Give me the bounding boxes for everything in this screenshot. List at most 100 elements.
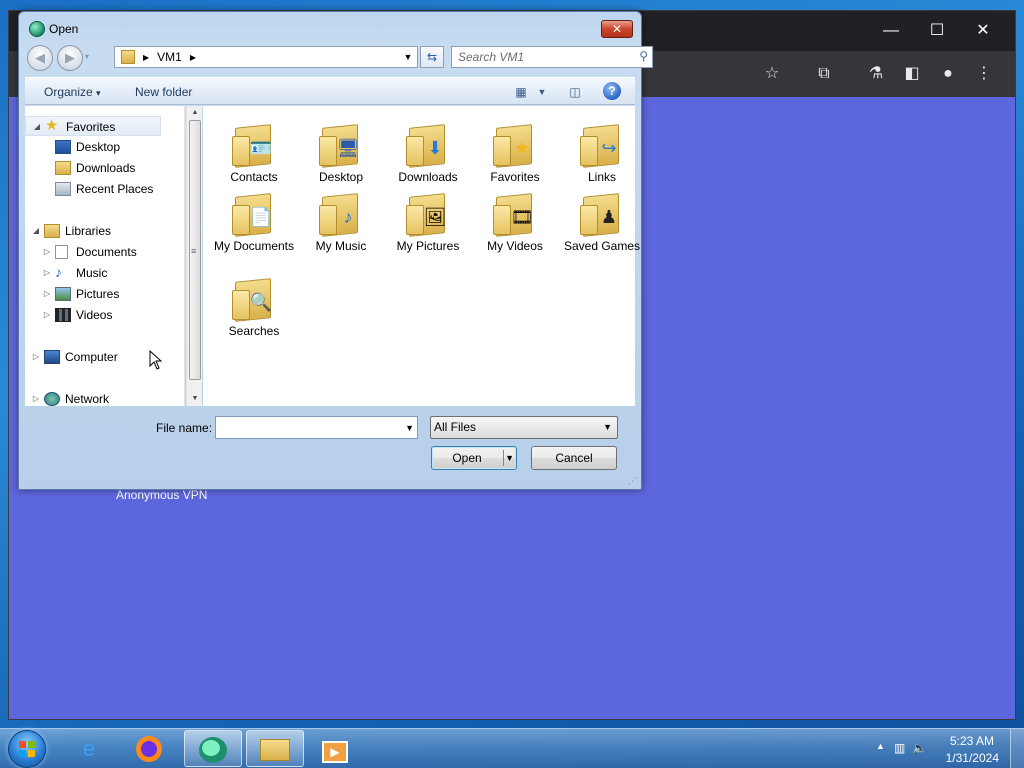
labs-flask-icon[interactable]: ⚗ — [865, 63, 887, 85]
nav-libraries-label: Libraries — [65, 224, 112, 238]
minimize-button[interactable]: — — [877, 19, 905, 43]
firefox-icon[interactable] — [120, 730, 178, 767]
folder-label: Downloads — [398, 170, 458, 184]
change-view-icon[interactable]: ▦ — [512, 83, 530, 101]
show-desktop-button[interactable] — [1010, 729, 1024, 768]
nav-favorites[interactable]: ◢ ★ Favorites — [25, 116, 161, 136]
file-name-input[interactable] — [216, 417, 396, 438]
folder-item[interactable]: 🖥 Desktop — [298, 122, 384, 185]
command-bar: Organize ▾ New folder ▦ ▼ ◫ ? — [25, 77, 635, 105]
collapsed-arrow-icon[interactable]: ▷ — [42, 263, 52, 283]
resize-grip-icon[interactable]: ⋰ — [628, 476, 637, 487]
nav-recent-places-label: Recent Places — [76, 182, 154, 196]
folder-item[interactable]: ♪ My Music — [298, 191, 384, 254]
organize-caret-icon: ▾ — [96, 88, 101, 98]
open-options-dropdown-icon[interactable]: ▼ — [505, 447, 514, 469]
new-folder-button[interactable]: New folder — [135, 85, 192, 99]
file-name-combobox[interactable]: ▼ — [215, 416, 418, 439]
folder-label: Links — [587, 170, 616, 184]
clock-time[interactable]: 5:23 AM — [950, 734, 994, 748]
folder-label: My Videos — [487, 239, 543, 253]
nav-documents[interactable]: ▷ Documents — [25, 242, 184, 262]
file-explorer-taskbar-button[interactable] — [246, 730, 304, 767]
folder-item[interactable]: ⬇ Downloads — [385, 122, 471, 185]
file-name-dropdown-icon[interactable]: ▼ — [405, 423, 414, 433]
breadcrumb-vm1[interactable]: VM1 — [157, 50, 182, 64]
address-dropdown-icon[interactable]: ▼ — [401, 47, 415, 67]
folder-label: My Pictures — [396, 239, 460, 253]
address-bar[interactable]: ▶ VM1 ▶ ▼ — [114, 46, 418, 68]
folder-item[interactable]: ♟ Saved Games — [559, 191, 645, 254]
recent-locations-dropdown[interactable]: ▾ — [85, 52, 89, 61]
open-button[interactable]: Open ▼ — [431, 446, 517, 470]
expanded-arrow-icon[interactable]: ◢ — [32, 117, 42, 137]
file-type-filter[interactable]: All Files ▼ — [430, 416, 618, 439]
network-status-icon[interactable]: ▥ — [894, 741, 905, 755]
folder-item[interactable]: 🎞 My Videos — [472, 191, 558, 254]
organize-menu[interactable]: Organize ▾ — [44, 85, 101, 99]
show-hidden-icons-icon[interactable]: ▲ — [876, 741, 885, 751]
breadcrumb-chevron-icon[interactable]: ▶ — [190, 53, 196, 62]
scroll-up-icon[interactable]: ▲ — [187, 106, 203, 120]
collapsed-arrow-icon[interactable]: ▷ — [42, 305, 52, 325]
file-type-dropdown-icon[interactable]: ▼ — [603, 417, 612, 438]
folder-icon: ⬇ — [405, 122, 451, 168]
browser-menu-icon[interactable]: ⋮ — [973, 63, 995, 85]
bookmark-star-icon[interactable]: ☆ — [761, 63, 783, 85]
collapsed-arrow-icon[interactable]: ▷ — [31, 347, 41, 367]
navigation-pane-scrollbar[interactable]: ▲ ≡ ▼ — [186, 106, 202, 406]
search-box[interactable]: ⚲ — [451, 46, 653, 68]
folder-item[interactable]: 🔍 Searches — [211, 276, 297, 339]
folder-item[interactable]: ★ Favorites — [472, 122, 558, 185]
extensions-icon[interactable]: ⧉ — [813, 63, 835, 85]
folder-item[interactable]: ↪ Links — [559, 122, 645, 185]
vpn-app-taskbar-button[interactable] — [184, 730, 242, 767]
help-icon[interactable]: ? — [603, 82, 621, 100]
nav-downloads[interactable]: Downloads — [25, 158, 184, 178]
nav-network[interactable]: ▷ Network — [25, 389, 184, 406]
forward-button[interactable]: ▶ — [57, 45, 83, 71]
internet-explorer-icon[interactable]: e — [60, 730, 118, 767]
nav-videos[interactable]: ▷ Videos — [25, 305, 184, 325]
maximize-button[interactable]: ☐ — [923, 19, 951, 43]
close-button[interactable]: ✕ — [969, 19, 997, 43]
dialog-close-button[interactable]: ✕ — [601, 20, 633, 38]
breadcrumb-separator-icon: ▶ — [143, 52, 150, 62]
film-icon: 🎞 — [510, 207, 534, 227]
back-button[interactable]: ◀ — [27, 45, 53, 71]
collapsed-arrow-icon[interactable]: ▷ — [42, 242, 52, 262]
start-button[interactable] — [8, 730, 46, 768]
contact-card-icon: 🪪 — [249, 138, 273, 158]
nav-music[interactable]: ▷ ♪ Music — [25, 263, 184, 283]
volume-muted-icon[interactable]: 🔈 — [912, 741, 927, 755]
monitor-icon: 🖥 — [336, 138, 360, 158]
folder-item[interactable]: 🖼 My Pictures — [385, 191, 471, 254]
clock-date[interactable]: 1/31/2024 — [946, 751, 999, 765]
firefox-logo — [136, 736, 162, 762]
documents-icon — [55, 245, 68, 259]
folder-item[interactable]: 🪪 Contacts — [211, 122, 297, 185]
profile-avatar-icon[interactable]: ● — [937, 63, 959, 85]
nav-recent-places[interactable]: Recent Places — [25, 179, 184, 199]
nav-desktop[interactable]: Desktop — [25, 137, 184, 157]
view-options-dropdown-icon[interactable]: ▼ — [533, 83, 551, 101]
refresh-button[interactable]: ⇆ — [420, 46, 444, 68]
nav-pictures[interactable]: ▷ Pictures — [25, 284, 184, 304]
preview-pane-icon[interactable]: ◫ — [566, 83, 584, 101]
folder-item[interactable]: 📄 My Documents — [211, 191, 297, 254]
folder-icon: 🪪 — [231, 122, 277, 168]
system-tray: ▲ ▥ 🔈 5:23 AM 1/31/2024 — [864, 729, 1024, 768]
media-player-taskbar-button[interactable]: ▶ — [306, 730, 364, 767]
nav-libraries[interactable]: ◢ Libraries — [25, 221, 184, 241]
user-folder-icon — [121, 50, 135, 64]
search-input[interactable] — [452, 47, 628, 67]
file-name-label: File name: — [156, 421, 213, 435]
scroll-down-icon[interactable]: ▼ — [187, 392, 203, 406]
nav-computer-label: Computer — [65, 350, 118, 364]
cancel-button[interactable]: Cancel — [531, 446, 617, 470]
collapsed-arrow-icon[interactable]: ▷ — [31, 389, 41, 406]
side-panel-icon[interactable]: ◧ — [901, 63, 923, 85]
collapsed-arrow-icon[interactable]: ▷ — [42, 284, 52, 304]
expanded-arrow-icon[interactable]: ◢ — [31, 221, 41, 241]
folder-icon: 🎞 — [492, 191, 538, 237]
